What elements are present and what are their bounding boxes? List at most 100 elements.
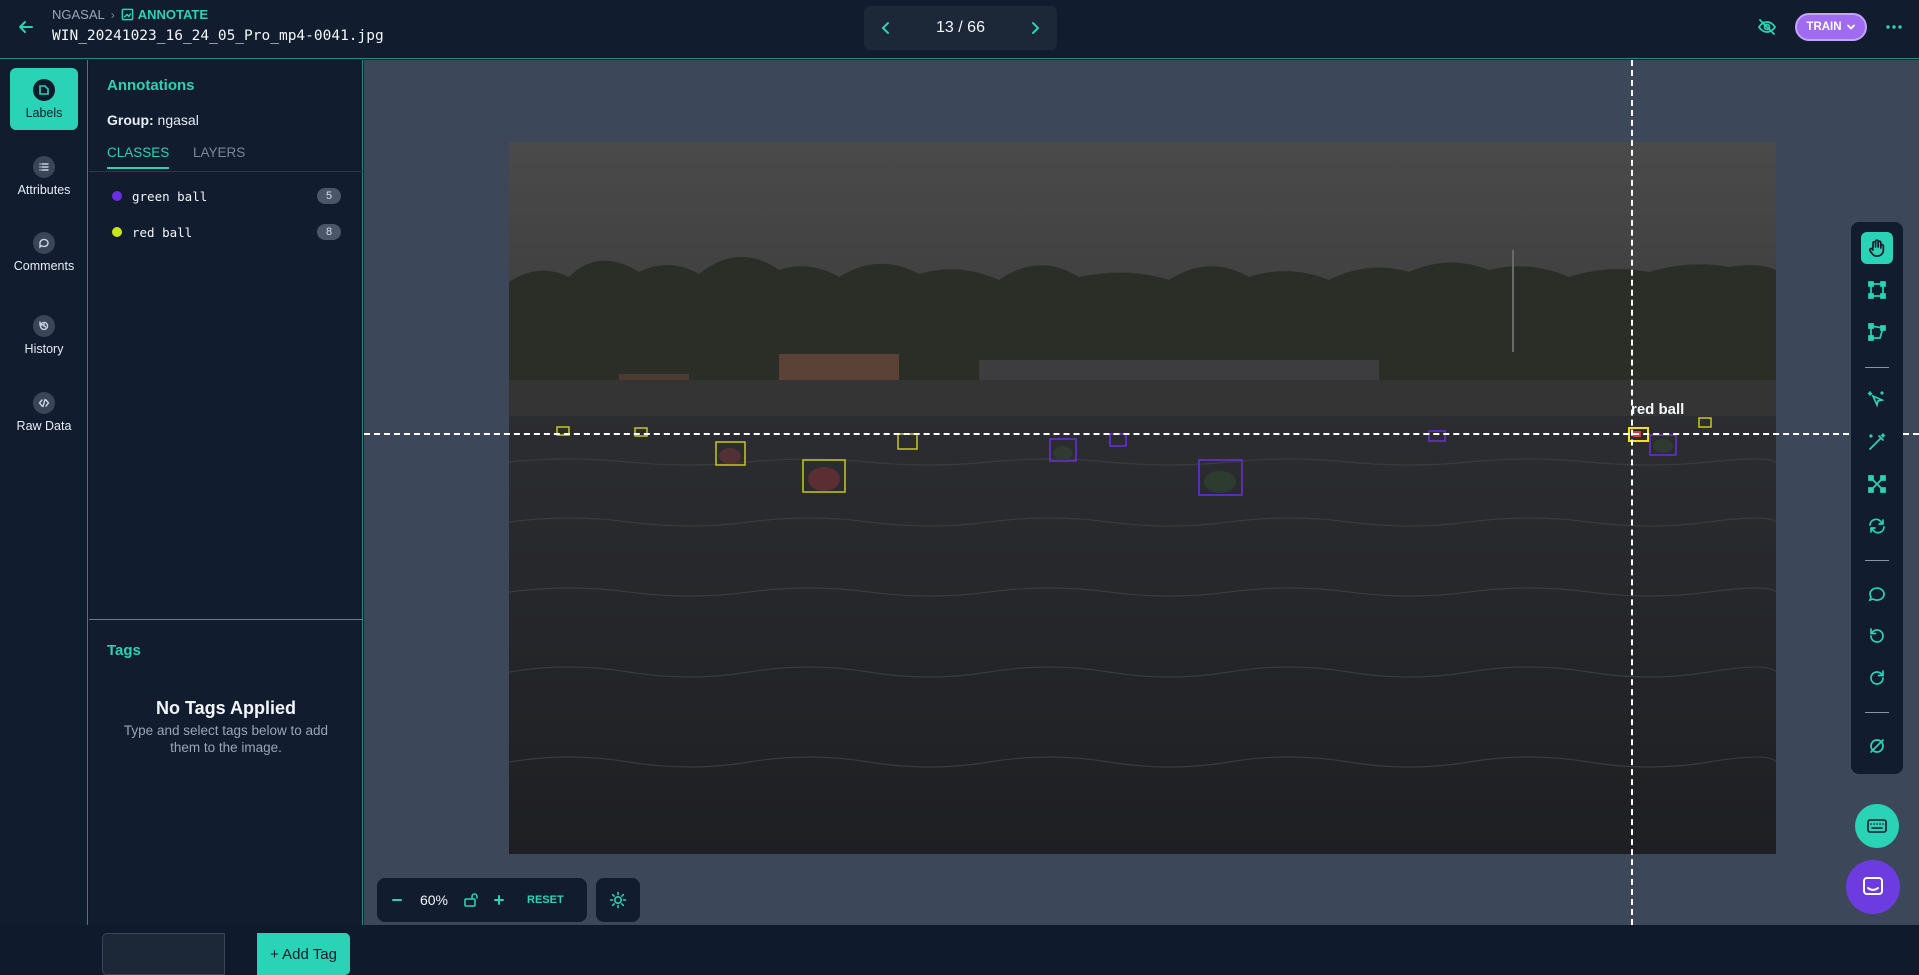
ball-marker <box>808 467 840 491</box>
annotation-canvas[interactable]: red ball <box>364 60 1919 925</box>
mode-label: ANNOTATE <box>137 7 209 22</box>
annotate-icon <box>121 8 134 21</box>
chevron-right-icon: › <box>110 7 115 22</box>
ball-marker <box>1653 439 1673 453</box>
train-button[interactable]: TRAIN <box>1795 13 1867 41</box>
chevron-down-icon <box>1846 24 1855 30</box>
sync-icon <box>1869 518 1885 534</box>
rail-label: Comments <box>13 258 75 273</box>
breadcrumb: NGASAL › ANNOTATE <box>52 7 208 22</box>
breadcrumb-project[interactable]: NGASAL <box>52 7 105 22</box>
cursor-class-label: red ball <box>1631 401 1685 418</box>
sync-tool-button[interactable] <box>1861 510 1893 542</box>
tab-classes[interactable]: CLASSES <box>107 145 170 169</box>
redo-button[interactable] <box>1861 662 1893 694</box>
minus-icon <box>392 899 402 901</box>
group-value: ngasal <box>157 112 199 128</box>
class-color-dot <box>112 227 122 237</box>
smart-select-tool-button[interactable] <box>1861 384 1893 416</box>
magic-wand-icon <box>1869 433 1886 450</box>
group-info: Group: ngasal <box>107 112 199 128</box>
comment-tool-button[interactable] <box>1861 578 1893 610</box>
keyboard-shortcuts-button[interactable] <box>1855 804 1899 848</box>
tag-input[interactable] <box>102 933 225 975</box>
brightness-button[interactable] <box>596 878 640 922</box>
lock-zoom-button[interactable] <box>461 890 481 910</box>
file-name: WIN_20241023_16_24_05_Pro_mp4-0041.jpg <box>52 28 384 44</box>
pager-count: 13 / 66 <box>936 19 985 36</box>
image-viewport[interactable] <box>509 142 1776 854</box>
rail-label: Attributes <box>17 182 71 197</box>
bbox-icon <box>1868 281 1886 299</box>
eye-off-icon[interactable] <box>1757 17 1777 37</box>
image-pager: 13 / 66 <box>864 6 1057 50</box>
water-surface <box>509 416 1776 854</box>
class-count-badge: 8 <box>317 224 341 240</box>
rail-item-comments[interactable]: Comments <box>10 221 78 283</box>
no-tags-title: No Tags Applied <box>155 698 296 718</box>
more-options-icon[interactable] <box>1884 17 1904 37</box>
building <box>779 354 899 384</box>
class-name: red ball <box>132 224 193 240</box>
back-arrow-icon[interactable] <box>16 17 36 37</box>
list-icon <box>33 155 55 178</box>
tag-icon <box>33 78 55 101</box>
annotations-panel: Annotations Group: ngasal CLASSES LAYERS… <box>89 60 363 975</box>
polygon-tool-button[interactable] <box>1861 316 1893 348</box>
bbox-tool-button[interactable] <box>1861 274 1893 306</box>
undo-icon <box>1870 628 1884 643</box>
undo-button[interactable] <box>1861 620 1893 652</box>
prev-image-button[interactable] <box>878 20 894 36</box>
rail-label: Labels <box>25 105 63 120</box>
shore-wall <box>509 380 1776 416</box>
history-icon <box>33 314 55 337</box>
tags-section: Tags No Tags Applied Type and select tag… <box>89 619 363 975</box>
hand-tool-button[interactable] <box>1861 232 1893 264</box>
rail-item-history[interactable]: History <box>10 304 78 366</box>
rail-item-labels[interactable]: Labels <box>10 68 78 130</box>
clear-annotations-button[interactable] <box>1861 730 1893 762</box>
tool-divider <box>1865 712 1889 713</box>
class-item-red-ball[interactable]: red ball 8 <box>89 217 363 247</box>
panel-tabs: CLASSES LAYERS <box>89 144 363 172</box>
next-image-button[interactable] <box>1027 20 1043 36</box>
ball-marker <box>1053 446 1073 460</box>
rail-item-raw-data[interactable]: Raw Data <box>10 381 78 443</box>
class-item-green-ball[interactable]: green ball 5 <box>89 181 363 211</box>
support-chat-button[interactable] <box>1846 860 1900 914</box>
hand-icon <box>1868 239 1885 257</box>
tool-divider <box>1865 560 1889 561</box>
redo-icon <box>1870 670 1884 685</box>
polygon-icon <box>1868 323 1886 341</box>
clear-icon <box>1870 739 1884 753</box>
add-tag-button[interactable]: + Add Tag <box>257 933 350 975</box>
brightness-icon <box>609 891 627 909</box>
chat-icon <box>1863 877 1883 895</box>
keypoints-tool-button[interactable] <box>1861 468 1893 500</box>
no-tags-description: Type and select tags below to add them t… <box>123 723 329 755</box>
left-nav-rail: Labels Attributes Comments History Raw D… <box>0 60 88 925</box>
zoom-out-button[interactable] <box>387 890 407 910</box>
code-icon <box>33 391 55 414</box>
keyboard-icon <box>1867 819 1887 833</box>
breadcrumb-annotate: ANNOTATE <box>121 7 208 22</box>
keypoints-icon <box>1868 475 1886 493</box>
class-count-badge: 5 <box>317 188 341 204</box>
zoom-in-button[interactable] <box>489 890 509 910</box>
magic-wand-tool-button[interactable] <box>1861 426 1893 458</box>
smart-select-icon <box>1867 391 1885 408</box>
tab-layers[interactable]: LAYERS <box>193 145 245 167</box>
tags-title: Tags <box>107 642 141 659</box>
rail-item-attributes[interactable]: Attributes <box>10 145 78 207</box>
unlock-icon <box>464 893 478 907</box>
crosshair-vertical <box>1631 60 1633 925</box>
reset-zoom-button[interactable]: RESET <box>527 894 564 906</box>
crosshair-horizontal <box>364 433 1919 435</box>
class-color-dot <box>112 191 122 201</box>
group-label: Group: <box>107 112 154 128</box>
zoom-controls: 60% RESET <box>377 878 587 922</box>
class-name: green ball <box>132 188 208 204</box>
comment-icon <box>33 231 55 254</box>
tool-divider <box>1865 367 1889 368</box>
train-label: TRAIN <box>1806 21 1842 33</box>
